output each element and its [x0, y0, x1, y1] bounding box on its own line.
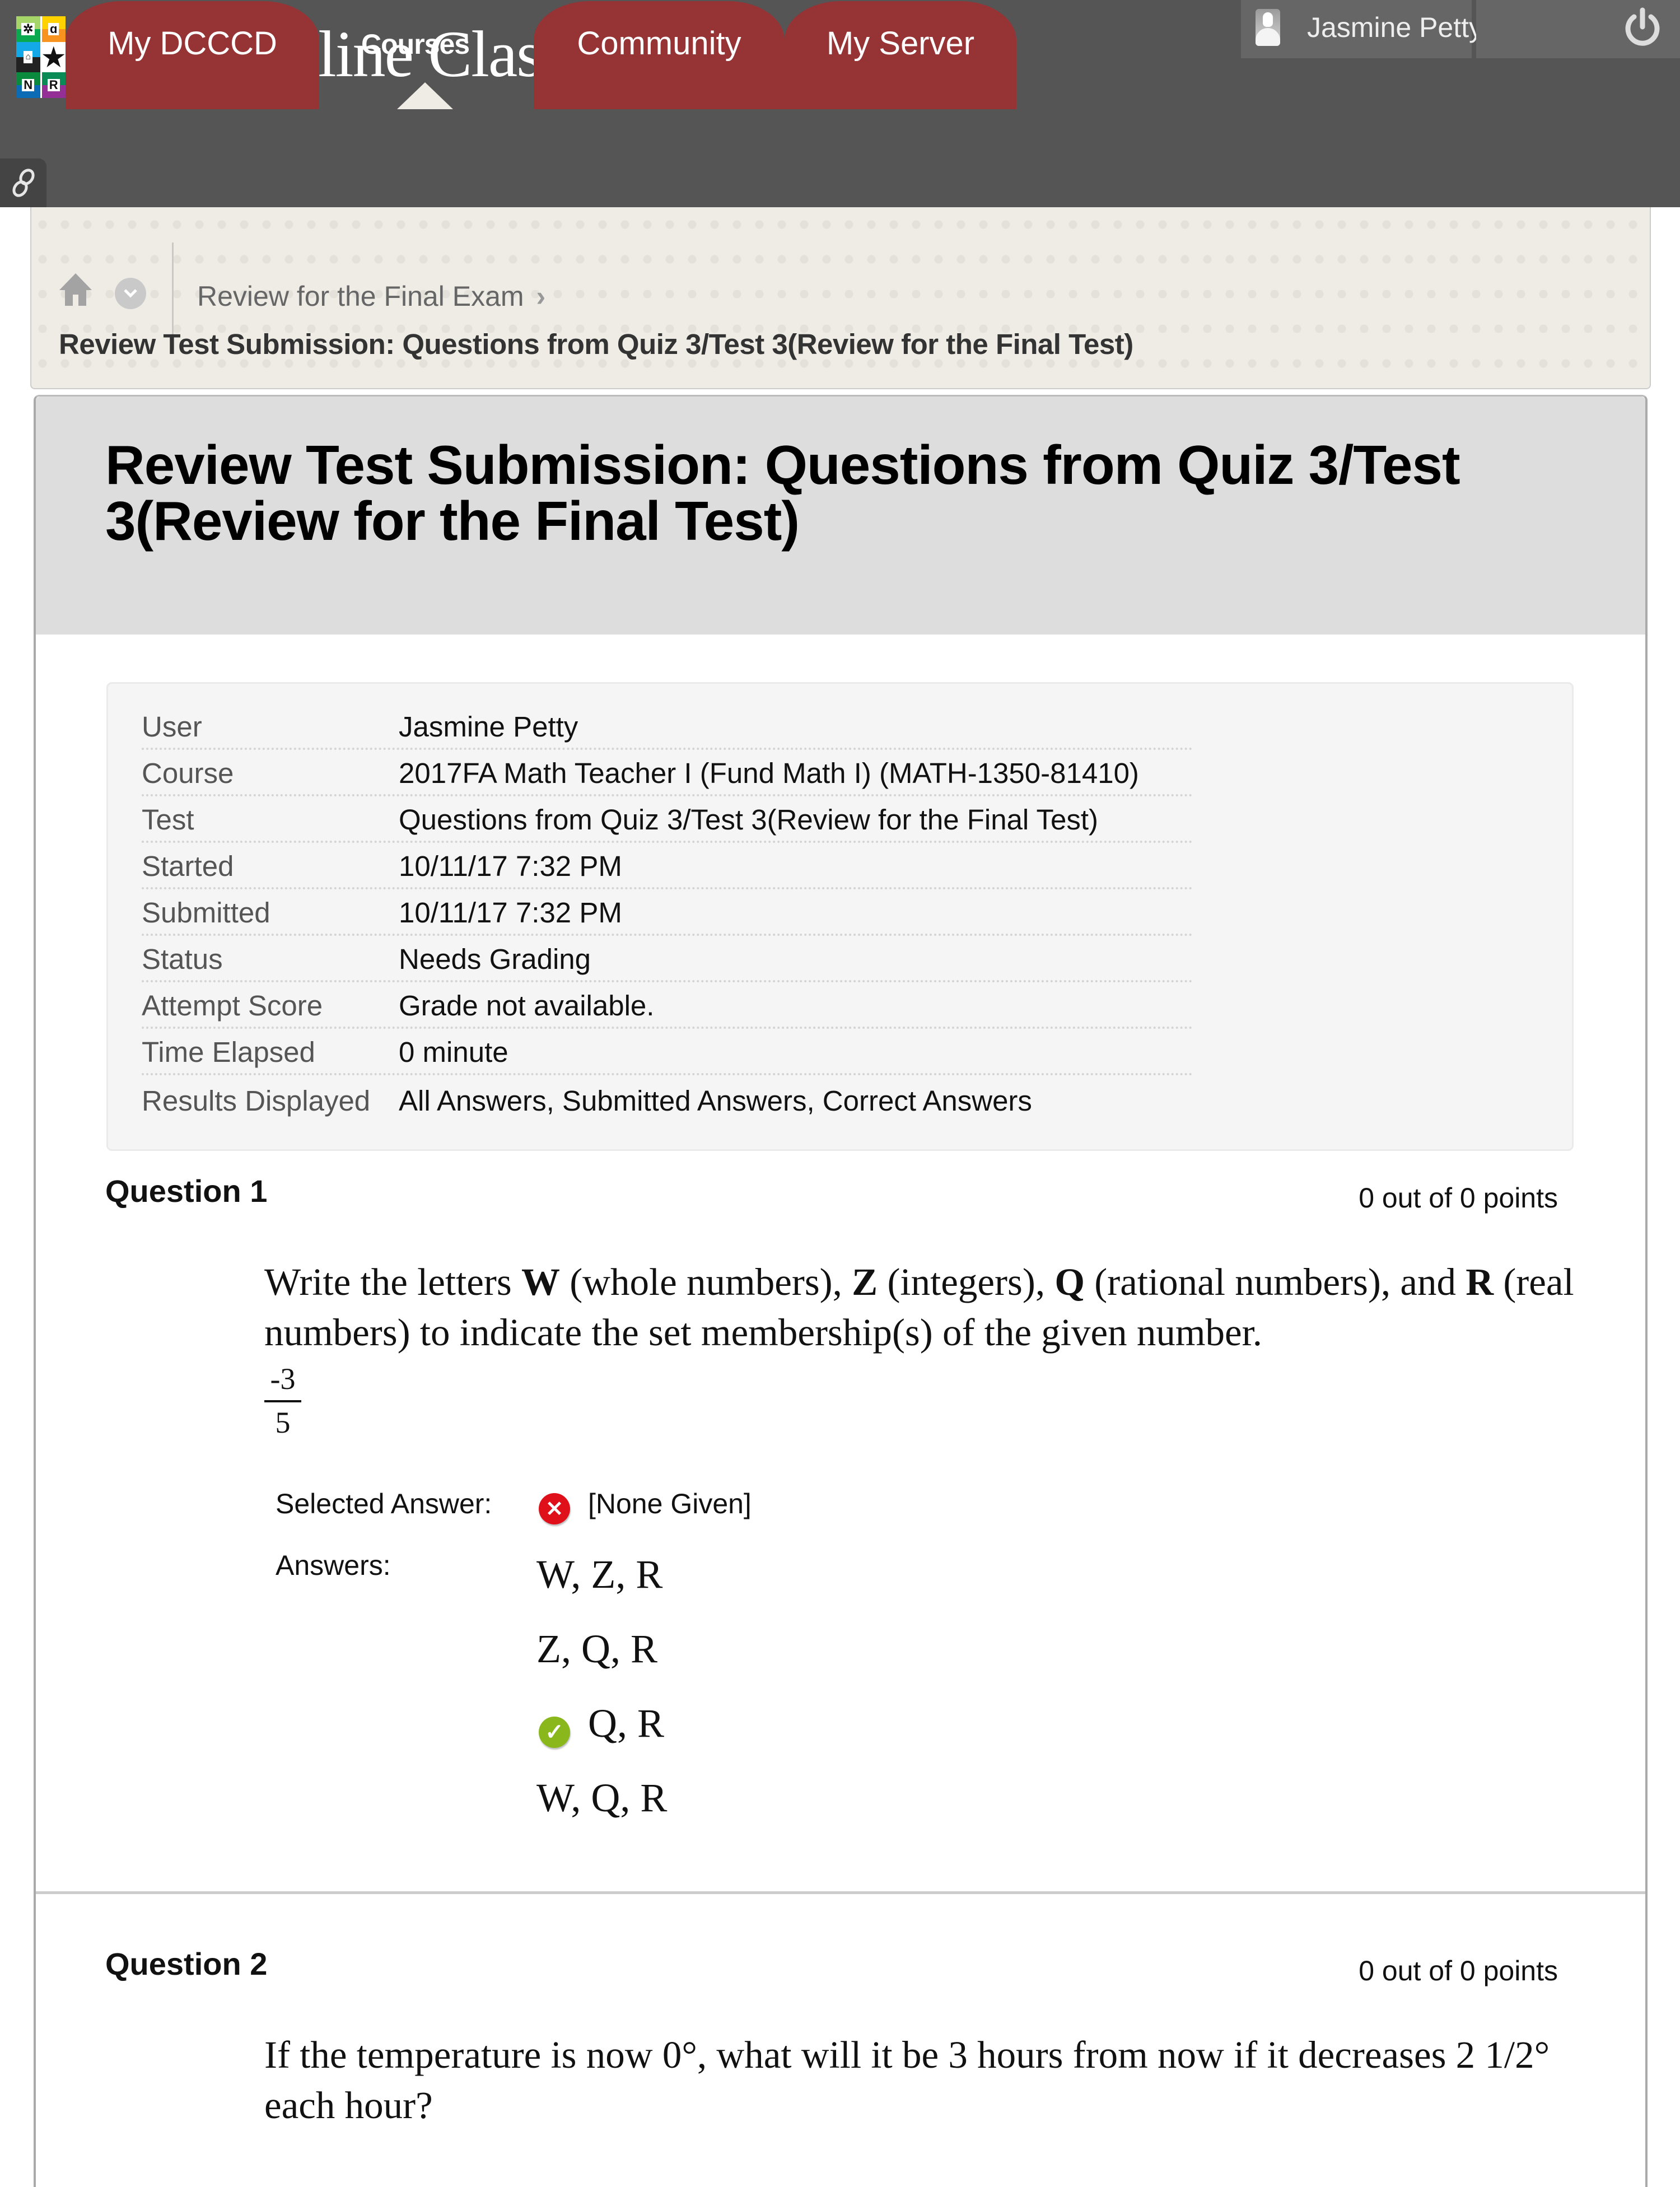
details-row-results-displayed: Results Displayed All Answers, Submitted… [142, 1075, 1193, 1122]
details-row-test: Test Questions from Quiz 3/Test 3(Review… [142, 796, 1193, 843]
page-title: Review Test Submission: Questions from Q… [105, 434, 1460, 552]
question-1-points: 0 out of 0 points [1359, 1182, 1558, 1214]
answer-option: W, Z, R [536, 1552, 663, 1597]
details-value: 10/11/17 7:32 PM [399, 897, 622, 929]
details-value: 2017FA Math Teacher I (Fund Math I) (MAT… [399, 757, 1139, 789]
tab-my-dcccd[interactable]: My DCCCD [66, 1, 319, 109]
chevron-down-icon [124, 289, 137, 298]
details-row-submitted: Submitted 10/11/17 7:32 PM [142, 889, 1193, 936]
details-row-user: User Jasmine Petty [142, 703, 1193, 750]
details-row-time-elapsed: Time Elapsed 0 minute [142, 1029, 1193, 1075]
logo-tile: N [16, 72, 40, 98]
tab-courses[interactable]: Courses [361, 28, 470, 60]
answer-option: W, Q, R [536, 1775, 668, 1820]
question-1-title: Question 1 [105, 1173, 268, 1209]
logo-tile: ★ [41, 42, 66, 72]
tab-label: Community [577, 25, 741, 62]
details-value: 0 minute [399, 1036, 508, 1068]
selected-answer-label: Selected Answer: [276, 1488, 492, 1519]
details-value: Jasmine Petty [399, 711, 578, 743]
details-value: Grade not available. [399, 990, 655, 1022]
details-label: Status [142, 943, 223, 975]
breadcrumb-item-review-final-exam[interactable]: Review for the Final Exam › [197, 280, 545, 313]
chevron-right-icon: › [536, 281, 546, 312]
chevron-down-circle-icon[interactable] [115, 278, 146, 309]
details-row-started: Started 10/11/17 7:32 PM [142, 843, 1193, 889]
details-value: 10/11/17 7:32 PM [399, 850, 622, 882]
answers-label: Answers: [276, 1550, 391, 1581]
logo-tile: ✲ [16, 16, 40, 42]
power-icon[interactable] [1623, 7, 1662, 49]
fraction-numerator: -3 [270, 1362, 296, 1396]
breadcrumb-label[interactable]: Review for the Final Exam [197, 281, 524, 312]
details-label: Course [142, 757, 234, 789]
details-row-status: Status Needs Grading [142, 936, 1193, 982]
details-label: Started [142, 850, 234, 882]
question-1-text: Write the letters W (whole numbers), Z (… [264, 1261, 1574, 1354]
home-icon[interactable] [58, 272, 93, 307]
question-2-title: Question 2 [105, 1946, 268, 1981]
details-row-course: Course 2017FA Math Teacher I (Fund Math … [142, 750, 1193, 796]
user-name[interactable]: Jasmine Petty [1307, 11, 1483, 44]
quick-links-button[interactable] [0, 158, 46, 207]
question-2-text: If the temperature is now 0°, what will … [264, 2034, 1550, 2127]
details-label: Submitted [142, 897, 270, 929]
details-value: All Answers, Submitted Answers, Correct … [399, 1085, 1032, 1117]
status-value: Needs Grading [399, 943, 591, 975]
link-icon [12, 168, 35, 197]
avatar-silhouette-icon [1256, 9, 1280, 46]
details-row-attempt-score: Attempt Score Grade not available. [142, 982, 1193, 1029]
question-2-points: 0 out of 0 points [1359, 1955, 1558, 1987]
selected-answer-value: [None Given] [588, 1488, 752, 1519]
college-logo-icon[interactable]: ✲ ɑ ⌂ ★ N R [16, 16, 66, 98]
question-1-fraction: -3 5 [264, 1363, 301, 1438]
details-label: Test [142, 804, 194, 836]
details-label: Time Elapsed [142, 1036, 315, 1068]
answer-option: Z, Q, R [536, 1626, 657, 1671]
active-tab-indicator-icon [397, 82, 453, 109]
answer-option-correct: Q, R [588, 1701, 665, 1746]
question-divider [36, 1891, 1645, 1894]
fraction-bar [264, 1400, 301, 1402]
tab-label: My DCCCD [108, 25, 277, 62]
details-value: Questions from Quiz 3/Test 3(Review for … [399, 804, 1099, 836]
fraction-denominator: 5 [275, 1406, 291, 1439]
logo-tile: ɑ [41, 16, 66, 42]
tab-community[interactable]: Community [534, 1, 785, 109]
breadcrumb-current-page: Review Test Submission: Questions from Q… [59, 328, 1133, 360]
details-label: Results Displayed [142, 1085, 371, 1117]
incorrect-x-icon: ✕ [539, 1493, 570, 1524]
details-label: User [142, 711, 202, 743]
logo-tile: ⌂ [16, 42, 40, 72]
correct-check-icon: ✓ [539, 1717, 570, 1748]
details-label: Attempt Score [142, 990, 323, 1022]
logo-tile: R [41, 72, 66, 98]
tab-my-server[interactable]: My Server [785, 1, 1016, 109]
tab-label: My Server [826, 25, 975, 62]
